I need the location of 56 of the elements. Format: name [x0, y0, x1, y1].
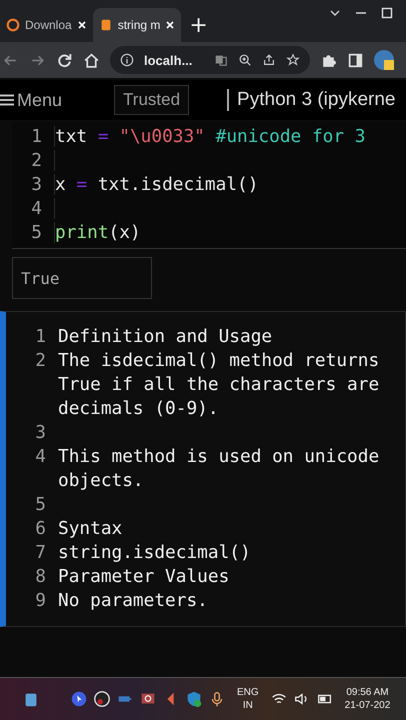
- sidebar-icon[interactable]: [347, 52, 364, 68]
- text-line: Parameter Values: [58, 566, 230, 586]
- line-number: 7: [34, 542, 47, 562]
- code-line: print(x): [55, 222, 141, 242]
- code-line: txt = "\u0033" #unicode for 3: [55, 126, 366, 146]
- line-number: 1: [12, 126, 55, 146]
- text-line: string.isdecimal(): [58, 542, 251, 562]
- line-number: 3: [12, 174, 55, 194]
- line-number: 8: [34, 566, 47, 586]
- avatar-icon[interactable]: [374, 50, 394, 70]
- address-bar[interactable]: localh...: [110, 46, 310, 74]
- info-icon: [120, 53, 134, 67]
- browser-tab[interactable]: Downloa: [0, 8, 93, 42]
- text-line: Definition and Usage: [58, 326, 272, 346]
- book-icon: [98, 18, 113, 32]
- line-number: 1: [34, 326, 47, 346]
- line-number: 4: [12, 198, 55, 218]
- cell-output: True: [12, 257, 152, 299]
- text-line: This method is used on unicode: [58, 446, 380, 466]
- line-number: 6: [34, 518, 47, 538]
- text-line: decimals (0-9).: [58, 398, 219, 418]
- maximize-icon[interactable]: [380, 6, 394, 20]
- line-number: 2: [12, 150, 55, 170]
- star-icon[interactable]: [286, 53, 300, 67]
- text-line: True if all the characters are: [58, 374, 380, 394]
- translate-icon[interactable]: [214, 53, 228, 67]
- text-line: No parameters.: [58, 590, 208, 610]
- line-number: 9: [34, 590, 47, 610]
- line-number: 5: [12, 222, 55, 242]
- menu-button[interactable]: Menu: [0, 90, 64, 110]
- shield-icon[interactable]: [185, 690, 203, 708]
- share-icon[interactable]: [262, 53, 276, 67]
- pointer-icon[interactable]: [70, 690, 88, 708]
- language-indicator[interactable]: ENG IN: [237, 686, 259, 712]
- text-line: The isdecimal() method returns: [58, 350, 380, 370]
- browser-tab[interactable]: string m: [92, 8, 182, 42]
- markdown-cell[interactable]: [0, 311, 406, 627]
- menu-icon: [0, 94, 14, 106]
- line-number: 5: [34, 494, 47, 514]
- camera-icon[interactable]: [93, 690, 111, 708]
- close-icon[interactable]: [165, 20, 176, 30]
- text-line: objects.: [58, 470, 144, 490]
- reload-icon[interactable]: [56, 52, 73, 68]
- code-line: x = txt.isdecimal(): [55, 174, 258, 194]
- line-number: 2: [34, 350, 47, 370]
- trusted-indicator[interactable]: Trusted: [114, 85, 190, 115]
- clock[interactable]: 09:56 AM 21-07-202: [344, 686, 390, 712]
- new-tab-button[interactable]: +: [181, 8, 216, 42]
- text-line: Syntax: [58, 518, 122, 538]
- kernel-name: Python 3 (ipykerne: [227, 89, 396, 111]
- close-icon[interactable]: [76, 20, 87, 30]
- line-number: 3: [34, 422, 47, 442]
- home-icon[interactable]: [83, 52, 100, 68]
- zoom-icon[interactable]: [238, 53, 252, 67]
- ring-icon: [6, 18, 20, 32]
- line-number: 4: [34, 446, 47, 466]
